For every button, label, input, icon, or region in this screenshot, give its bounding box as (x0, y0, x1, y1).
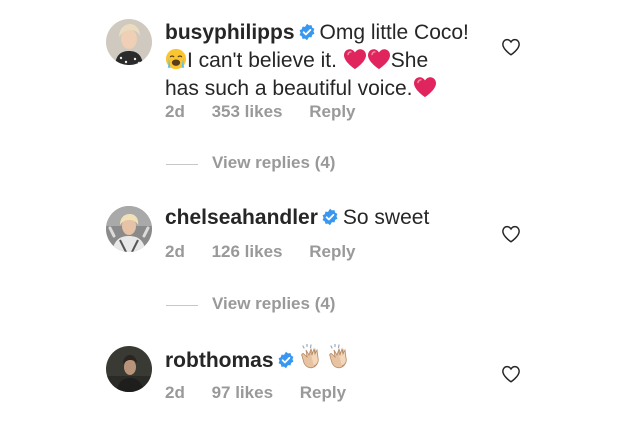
divider-line (166, 164, 198, 165)
reply-button[interactable]: Reply (309, 102, 355, 122)
comment-meta: 2d 126 likes Reply (165, 242, 356, 262)
comment-text-part: I can't believe it. (187, 49, 337, 72)
comment-time: 2d (165, 383, 185, 402)
comment-text: busyphilipps Omg little Coco! I can't bel… (165, 19, 485, 103)
view-replies-label: View replies (4) (212, 294, 336, 313)
like-heart-icon[interactable] (501, 225, 521, 243)
red-heart-icon (367, 48, 391, 70)
comment-meta: 2d 97 likes Reply (165, 383, 346, 403)
comment-meta: 2d 353 likes Reply (165, 102, 356, 122)
likes-count[interactable]: 126 likes (212, 242, 283, 262)
reply-button[interactable]: Reply (300, 383, 346, 403)
comment-text-part: has such a beautiful voice. (165, 77, 413, 100)
avatar[interactable] (106, 206, 152, 252)
comment-time: 2d (165, 102, 185, 121)
username[interactable]: chelseahandler (165, 206, 318, 229)
view-replies-label: View replies (4) (212, 153, 336, 172)
like-heart-icon[interactable] (501, 38, 521, 56)
comment-text-part: So sweet (342, 206, 430, 229)
clapping-hands-icon (299, 344, 327, 370)
reply-button[interactable]: Reply (309, 242, 355, 262)
loudly-crying-face-icon (165, 48, 187, 70)
like-heart-icon[interactable] (501, 365, 521, 383)
red-heart-icon (343, 48, 367, 70)
comment-text: chelseahandler So sweet (165, 204, 485, 232)
avatar[interactable] (106, 346, 152, 392)
comment-text-part: Omg little Coco! (319, 21, 469, 44)
avatar[interactable] (106, 19, 152, 65)
likes-count[interactable]: 97 likes (212, 383, 273, 403)
username[interactable]: busyphilipps (165, 21, 295, 44)
verified-badge-icon (298, 23, 316, 41)
comment-text: robthomas (165, 344, 485, 375)
comment-time: 2d (165, 242, 185, 261)
likes-count[interactable]: 353 likes (212, 102, 283, 122)
username[interactable]: robthomas (165, 349, 274, 372)
red-heart-icon (413, 76, 437, 98)
avatar-photo (106, 19, 152, 65)
verified-badge-icon (321, 208, 339, 226)
verified-badge-icon (277, 351, 295, 369)
avatar-photo (106, 346, 152, 392)
avatar-photo (106, 206, 152, 252)
clapping-hands-icon (327, 344, 355, 370)
comment-text-part: She (390, 49, 429, 72)
divider-line (166, 305, 198, 306)
